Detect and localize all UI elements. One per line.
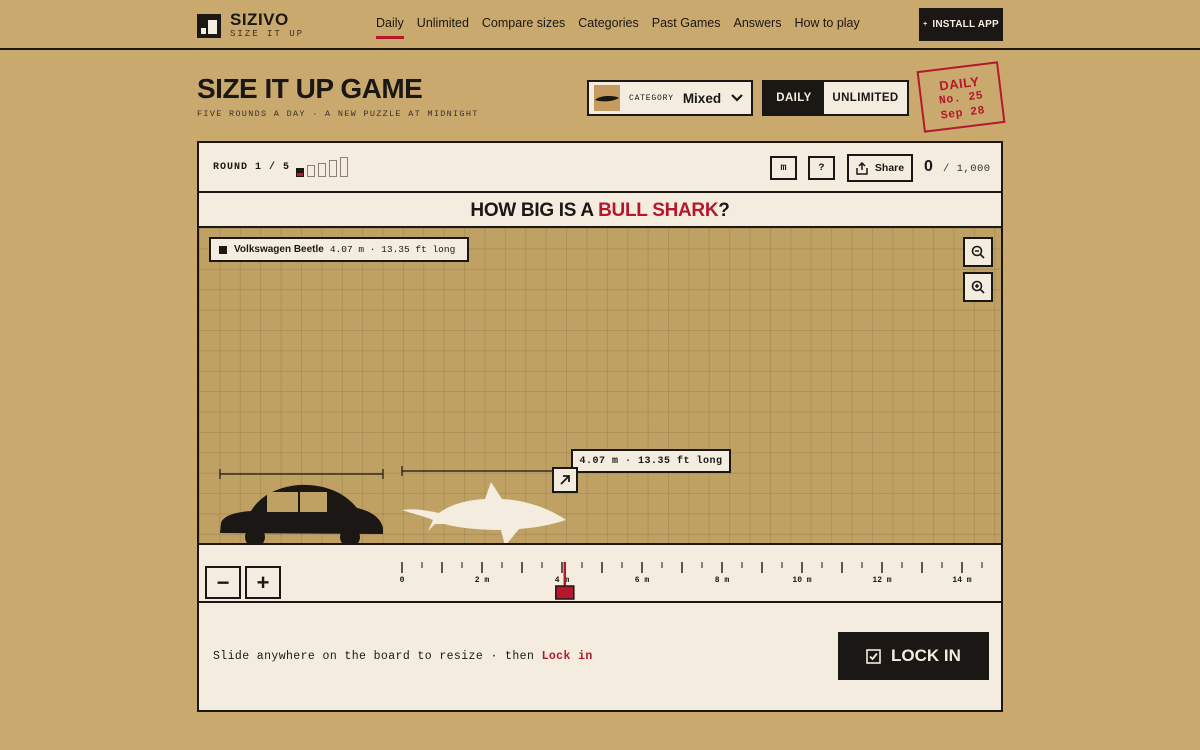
question-subject: BULL SHARK — [598, 200, 719, 221]
ruler-label: 8 m — [715, 576, 730, 585]
page-subtitle: FIVE ROUNDS A DAY · A NEW PUZZLE AT MIDN… — [197, 109, 479, 119]
nav-categories[interactable]: Categories — [578, 16, 638, 36]
nav-daily[interactable]: Daily — [376, 16, 404, 39]
category-select[interactable]: CATEGORY Mixed — [587, 80, 753, 116]
ruler-label: 2 m — [475, 576, 490, 585]
nav-compare-sizes[interactable]: Compare sizes — [482, 16, 565, 36]
reference-dimension-line — [219, 469, 384, 479]
question-bar: HOW BIG IS A BULL SHARK? — [199, 191, 1001, 228]
ruler-label: 4 m — [555, 576, 570, 585]
board-figures — [219, 466, 566, 543]
hint-main: Slide anywhere on the board to resize · … — [213, 650, 542, 663]
score-value: 0 — [924, 158, 933, 175]
round-pip — [318, 163, 326, 177]
ruler-label: 12 m — [872, 576, 891, 585]
category-value: Mixed — [682, 90, 722, 106]
sizing-board[interactable]: Volkswagen Beetle 4.07 m · 13.35 ft long — [199, 228, 1001, 545]
ruler-label: 10 m — [792, 576, 811, 585]
round-indicator: ROUND 1 / 5 — [213, 162, 291, 173]
round-pip — [340, 157, 348, 177]
ruler-label: 6 m — [635, 576, 650, 585]
share-label: Share — [874, 162, 905, 174]
lock-in-button[interactable]: LOCK IN — [838, 632, 989, 680]
game-card: ROUND 1 / 5 m ? Share 0 / 1,000 HOW BIG … — [197, 141, 1003, 712]
ruler-label: 0 — [400, 576, 405, 585]
logo-icon — [197, 13, 221, 38]
unit-toggle-button[interactable]: m — [770, 156, 797, 180]
hint-action: Lock in — [541, 650, 593, 663]
round-pip — [307, 165, 315, 177]
top-nav-bar: SIZIVO SIZE IT UP Daily Unlimited Compar… — [0, 0, 1200, 50]
page-title: SIZE IT UP GAME — [197, 73, 423, 104]
shark-silhouette-icon — [402, 482, 566, 543]
ruler-slider-knob[interactable] — [555, 585, 575, 600]
resize-handle[interactable] — [552, 467, 578, 493]
checkbox-icon — [866, 648, 881, 664]
car-silhouette-icon — [220, 484, 383, 543]
question-prefix: HOW BIG IS A — [470, 200, 599, 221]
brand-name: SIZIVO — [230, 10, 289, 29]
lock-in-label: LOCK IN — [891, 646, 961, 665]
guess-dimension-line — [401, 466, 555, 476]
chevron-down-icon — [731, 89, 743, 107]
round-pip — [329, 160, 337, 177]
nav-past-games[interactable]: Past Games — [652, 16, 721, 36]
share-button[interactable]: Share — [847, 154, 913, 182]
nav-answers[interactable]: Answers — [734, 16, 782, 36]
size-ruler[interactable]: 0 2 m 4 m 6 m 8 m 10 m 12 m 14 m — [199, 562, 1001, 603]
nav-how-to-play[interactable]: How to play — [794, 16, 859, 36]
question-suffix: ? — [718, 200, 730, 221]
category-thumbnail — [594, 85, 620, 111]
round-pip — [296, 168, 304, 177]
mode-unlimited-button[interactable]: UNLIMITED — [824, 82, 907, 114]
plus-icon: + — [923, 21, 928, 28]
nav-unlimited[interactable]: Unlimited — [417, 16, 469, 36]
mode-toggle: DAILY UNLIMITED — [762, 80, 909, 116]
mode-daily-button[interactable]: DAILY — [764, 82, 824, 114]
install-app-button[interactable]: + INSTALL APP — [919, 8, 1003, 41]
share-icon — [856, 161, 868, 175]
daily-stamp: DAILY No. 25 Sep 28 — [916, 61, 1006, 133]
category-label: CATEGORY — [629, 93, 674, 103]
brand-tagline: SIZE IT UP — [230, 29, 305, 39]
score-max: / 1,000 — [943, 163, 991, 175]
ruler-label: 14 m — [952, 576, 971, 585]
install-app-label: INSTALL APP — [932, 19, 999, 30]
help-button[interactable]: ? — [808, 156, 835, 180]
ruler-row: − + 02 m4 m6 m8 m 10 m 12 m 14 m — [199, 562, 1001, 603]
brand-logo[interactable]: SIZIVO SIZE IT UP — [197, 11, 304, 40]
guess-measure-label: 4.07 m · 13.35 ft long — [571, 449, 731, 473]
hint-text: Slide anywhere on the board to resize · … — [213, 650, 593, 663]
main-nav: Daily Unlimited Compare sizes Categories… — [376, 16, 873, 39]
resize-arrow-icon — [560, 475, 570, 485]
